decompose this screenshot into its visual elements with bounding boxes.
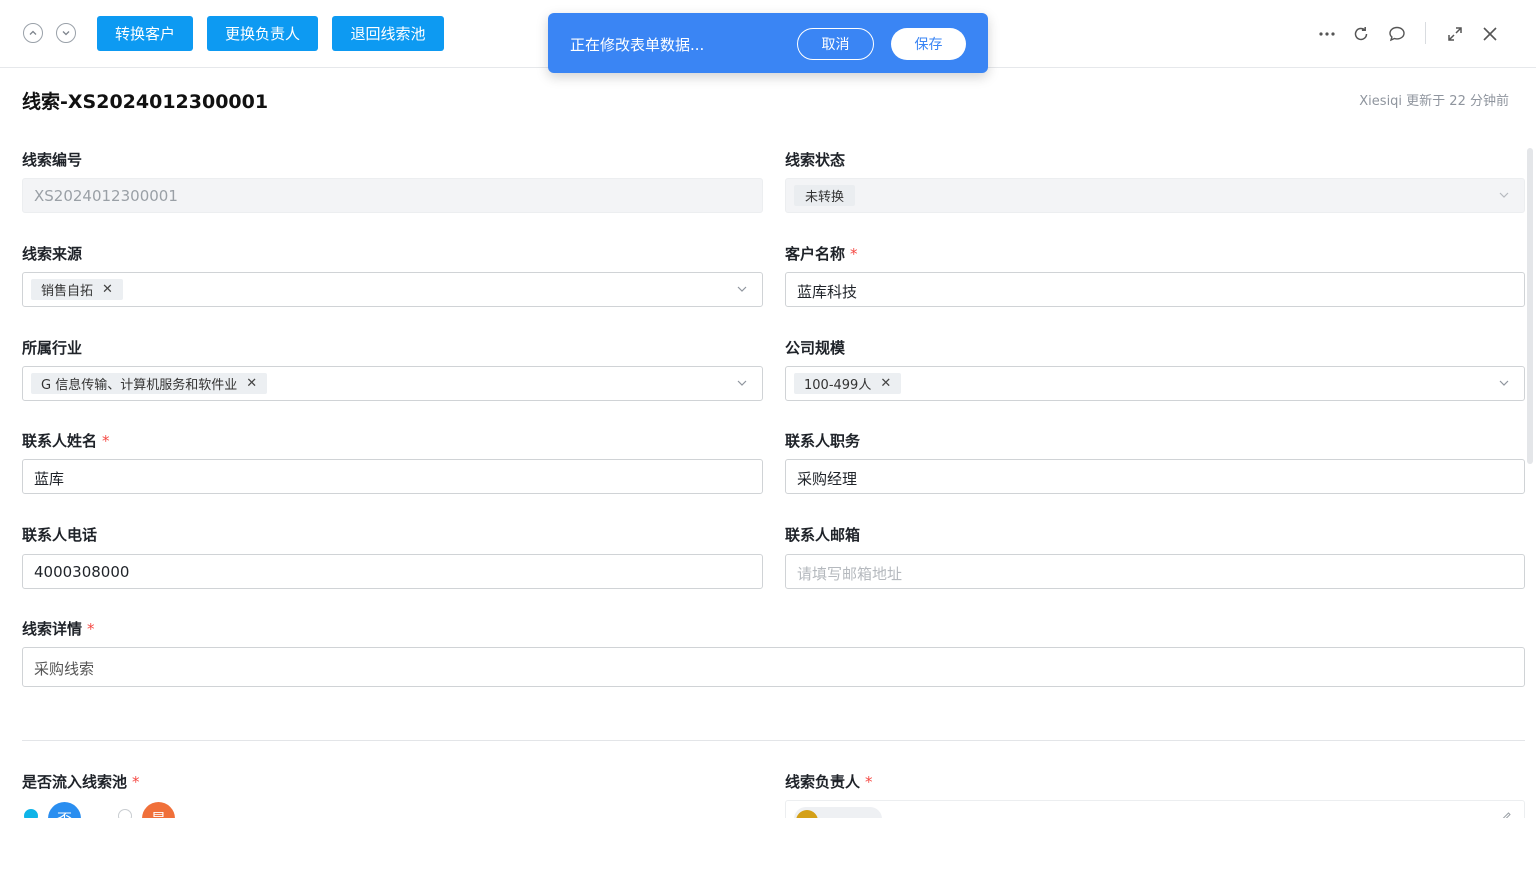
customer-name-value: 蓝库科技 xyxy=(797,283,858,301)
company-size-select[interactable]: 100-499人 ✕ xyxy=(785,366,1525,401)
more-button[interactable] xyxy=(1317,24,1337,44)
refresh-icon xyxy=(1354,27,1368,41)
next-record-button[interactable] xyxy=(56,23,76,43)
comment-icon xyxy=(1389,26,1405,42)
industry-select[interactable]: G 信息传输、计算机服务和软件业 ✕ xyxy=(22,366,763,401)
chevron-down-icon xyxy=(737,380,747,386)
remove-tag-icon[interactable]: ✕ xyxy=(880,376,891,391)
chevron-down-icon xyxy=(737,286,747,292)
remove-tag-icon[interactable]: ✕ xyxy=(246,376,257,391)
lead-status-select: 未转换 xyxy=(785,178,1525,213)
return-to-pool-button[interactable]: 退回线索池 xyxy=(332,16,444,51)
flow-to-pool-label: 是否流入线索池 * xyxy=(22,773,140,791)
chevron-up-icon xyxy=(29,30,37,35)
contact-name-label: 联系人姓名 * xyxy=(22,432,110,450)
contact-title-label: 联系人职务 xyxy=(785,432,861,450)
chevron-down-icon xyxy=(62,31,70,36)
industry-label: 所属行业 xyxy=(22,339,83,357)
previous-record-button[interactable] xyxy=(23,23,43,43)
close-icon xyxy=(1483,27,1497,41)
customer-name-label: 客户名称 * xyxy=(785,245,858,263)
section-divider xyxy=(22,740,1525,741)
contact-email-label: 联系人邮箱 xyxy=(785,526,861,544)
contact-email-placeholder: 请填写邮箱地址 xyxy=(797,565,903,583)
cancel-button[interactable]: 取消 xyxy=(797,28,874,60)
expand-button[interactable] xyxy=(1445,24,1465,44)
comment-button[interactable] xyxy=(1387,24,1407,44)
company-size-tag: 100-499人 ✕ xyxy=(794,373,902,394)
lead-status-tag: 未转换 xyxy=(794,185,856,206)
lead-source-tag: 销售自拓 ✕ xyxy=(31,279,123,300)
contact-title-value: 采购经理 xyxy=(797,470,858,488)
updated-info: Xiesiqi 更新于 22 分钟前 xyxy=(1359,94,1509,109)
lead-detail-label: 线索详情 * xyxy=(22,620,95,638)
customer-name-input[interactable]: 蓝库科技 xyxy=(785,272,1525,307)
lead-source-select[interactable]: 销售自拓 ✕ xyxy=(22,272,763,307)
page-title: 线索-XS2024012300001 xyxy=(22,91,269,113)
expand-icon xyxy=(1448,27,1462,41)
more-dots-icon xyxy=(1319,32,1335,36)
contact-name-input[interactable]: 蓝库 xyxy=(22,459,763,494)
lead-no-field: XS2024012300001 xyxy=(22,178,763,213)
scrollbar[interactable] xyxy=(1527,148,1533,464)
contact-title-input[interactable]: 采购经理 xyxy=(785,459,1525,494)
lead-status-label: 线索状态 xyxy=(785,151,846,169)
chevron-down-icon xyxy=(1499,192,1509,198)
editing-notification: 正在修改表单数据... 取消 保存 xyxy=(548,13,988,73)
lead-source-label: 线索来源 xyxy=(22,245,83,263)
refresh-button[interactable] xyxy=(1351,24,1371,44)
contact-phone-input[interactable]: 4000308000 xyxy=(22,554,763,589)
lead-no-value: XS2024012300001 xyxy=(34,187,178,205)
contact-phone-label: 联系人电话 xyxy=(22,526,98,544)
notification-message: 正在修改表单数据... xyxy=(570,36,705,54)
content-clip xyxy=(0,818,1536,872)
lead-owner-label: 线索负责人 * xyxy=(785,773,873,791)
industry-tag: G 信息传输、计算机服务和软件业 ✕ xyxy=(31,373,268,394)
convert-customer-button[interactable]: 转换客户 xyxy=(97,16,193,51)
close-button[interactable] xyxy=(1480,24,1500,44)
change-owner-button[interactable]: 更换负责人 xyxy=(207,16,318,51)
remove-tag-icon[interactable]: ✕ xyxy=(102,282,113,297)
lead-no-label: 线索编号 xyxy=(22,151,83,169)
lead-detail-value: 采购线索 xyxy=(34,660,95,678)
contact-name-value: 蓝库 xyxy=(34,470,65,488)
toolbar-divider xyxy=(1425,22,1426,44)
contact-phone-value: 4000308000 xyxy=(34,563,130,581)
company-size-label: 公司规模 xyxy=(785,339,846,357)
contact-email-input[interactable]: 请填写邮箱地址 xyxy=(785,554,1525,589)
chevron-down-icon xyxy=(1499,380,1509,386)
lead-detail-textarea[interactable]: 采购线索 xyxy=(22,647,1525,687)
save-button[interactable]: 保存 xyxy=(891,28,966,60)
